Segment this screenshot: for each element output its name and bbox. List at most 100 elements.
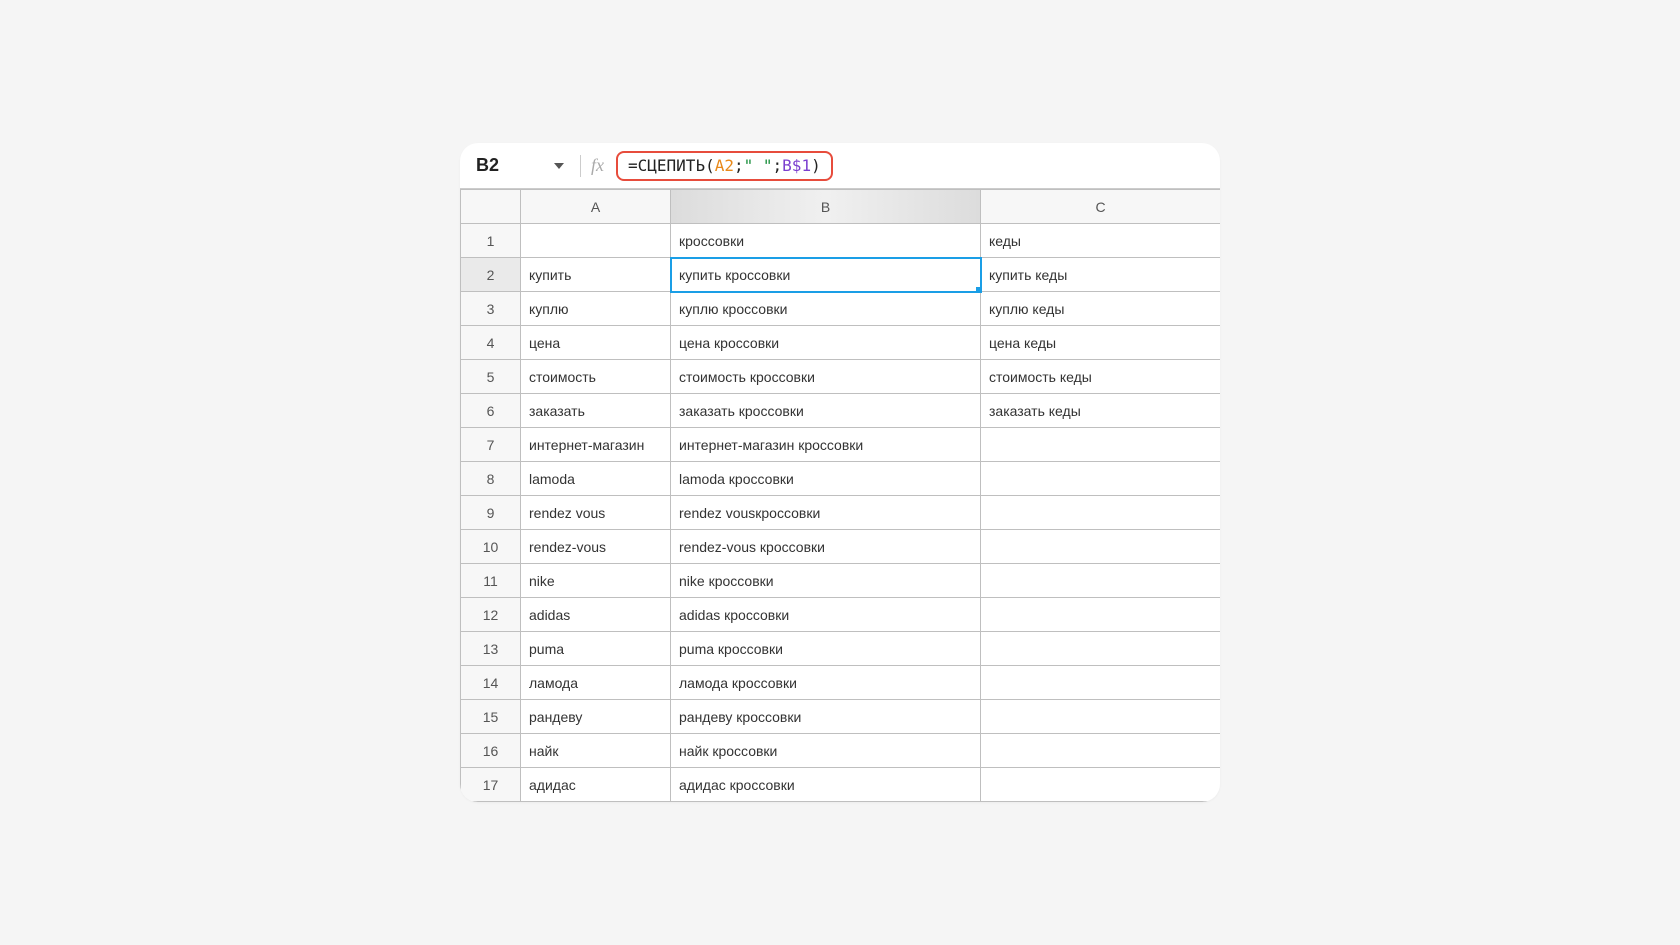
cell-A8[interactable]: lamoda [521, 462, 671, 496]
divider [580, 155, 581, 177]
formula-eq: = [628, 156, 638, 175]
table-row: 14ламодаламода кроссовки [461, 666, 1221, 700]
cell-A1[interactable] [521, 224, 671, 258]
table-row: 7интернет-магазининтернет-магазин кроссо… [461, 428, 1221, 462]
cell-B9[interactable]: rendez vousкроссовки [671, 496, 981, 530]
table-row: 9rendez vousrendez vousкроссовки [461, 496, 1221, 530]
cell-C9[interactable] [981, 496, 1221, 530]
cell-B10[interactable]: rendez-vous кроссовки [671, 530, 981, 564]
cell-C14[interactable] [981, 666, 1221, 700]
table-row: 1 кроссовкикеды [461, 224, 1221, 258]
cell-A12[interactable]: adidas [521, 598, 671, 632]
cell-B17[interactable]: адидас кроссовки [671, 768, 981, 802]
row-header[interactable]: 12 [461, 598, 521, 632]
formula-sep1: ; [734, 156, 744, 175]
cell-C12[interactable] [981, 598, 1221, 632]
table-row: 4ценацена кроссовкицена кеды [461, 326, 1221, 360]
cell-C6[interactable]: заказать кеды [981, 394, 1221, 428]
cell-A13[interactable]: puma [521, 632, 671, 666]
formula-str: " " [744, 156, 773, 175]
cell-A16[interactable]: найк [521, 734, 671, 768]
row-header[interactable]: 8 [461, 462, 521, 496]
cell-C2[interactable]: купить кеды [981, 258, 1221, 292]
cell-C15[interactable] [981, 700, 1221, 734]
row-header[interactable]: 2 [461, 258, 521, 292]
cell-A10[interactable]: rendez-vous [521, 530, 671, 564]
formula-close: ) [811, 156, 821, 175]
row-header[interactable]: 17 [461, 768, 521, 802]
cell-C1[interactable]: кеды [981, 224, 1221, 258]
spreadsheet-grid[interactable]: A B C 1 кроссовкикеды 2купитькупить кроссо… [460, 189, 1220, 802]
cell-B5[interactable]: стоимость кроссовки [671, 360, 981, 394]
row-header[interactable]: 14 [461, 666, 521, 700]
row-header[interactable]: 1 [461, 224, 521, 258]
formula-open: ( [705, 156, 715, 175]
cell-C16[interactable] [981, 734, 1221, 768]
name-box[interactable]: B2 [470, 143, 570, 188]
formula-sep2: ; [773, 156, 783, 175]
cell-B12[interactable]: adidas кроссовки [671, 598, 981, 632]
col-header-C[interactable]: C [981, 190, 1221, 224]
table-row: 17адидасадидас кроссовки [461, 768, 1221, 802]
cell-C4[interactable]: цена кеды [981, 326, 1221, 360]
cell-A7[interactable]: интернет-магазин [521, 428, 671, 462]
cell-A17[interactable]: адидас [521, 768, 671, 802]
table-row: 16найкнайк кроссовки [461, 734, 1221, 768]
cell-B2[interactable]: купить кроссовки [671, 258, 981, 292]
formula-ref-a2: A2 [715, 156, 734, 175]
row-header[interactable]: 3 [461, 292, 521, 326]
formula-input[interactable]: = СЦЕПИТЬ ( A2 ; " " ; B$1 ) [616, 151, 833, 181]
cell-A11[interactable]: nike [521, 564, 671, 598]
cell-B6[interactable]: заказать кроссовки [671, 394, 981, 428]
column-header-row: A B C [461, 190, 1221, 224]
row-header[interactable]: 11 [461, 564, 521, 598]
cell-A15[interactable]: рандеву [521, 700, 671, 734]
cell-C11[interactable] [981, 564, 1221, 598]
cell-A6[interactable]: заказать [521, 394, 671, 428]
row-header[interactable]: 6 [461, 394, 521, 428]
row-header[interactable]: 16 [461, 734, 521, 768]
cell-B7[interactable]: интернет-магазин кроссовки [671, 428, 981, 462]
cell-C5[interactable]: стоимость кеды [981, 360, 1221, 394]
row-header[interactable]: 13 [461, 632, 521, 666]
cell-B11[interactable]: nike кроссовки [671, 564, 981, 598]
table-row: 10rendez-vousrendez-vous кроссовки [461, 530, 1221, 564]
table-row: 12adidasadidas кроссовки [461, 598, 1221, 632]
spreadsheet-window: B2 fx = СЦЕПИТЬ ( A2 ; " " ; B$1 ) A B C… [460, 143, 1220, 802]
cell-C17[interactable] [981, 768, 1221, 802]
name-box-text: B2 [470, 155, 554, 176]
row-header[interactable]: 15 [461, 700, 521, 734]
cell-B8[interactable]: lamoda кроссовки [671, 462, 981, 496]
cell-B14[interactable]: ламода кроссовки [671, 666, 981, 700]
cell-A9[interactable]: rendez vous [521, 496, 671, 530]
cell-C7[interactable] [981, 428, 1221, 462]
chevron-down-icon[interactable] [554, 163, 564, 169]
select-all-corner[interactable] [461, 190, 521, 224]
cell-A3[interactable]: куплю [521, 292, 671, 326]
col-header-B[interactable]: B [671, 190, 981, 224]
row-header[interactable]: 5 [461, 360, 521, 394]
cell-B3[interactable]: куплю кроссовки [671, 292, 981, 326]
cell-B1[interactable]: кроссовки [671, 224, 981, 258]
table-row: 6заказатьзаказать кроссовкизаказать кеды [461, 394, 1221, 428]
cell-C3[interactable]: куплю кеды [981, 292, 1221, 326]
cell-B15[interactable]: рандеву кроссовки [671, 700, 981, 734]
cell-C13[interactable] [981, 632, 1221, 666]
row-header[interactable]: 10 [461, 530, 521, 564]
cell-C8[interactable] [981, 462, 1221, 496]
row-header[interactable]: 4 [461, 326, 521, 360]
fx-label: fx [591, 155, 604, 176]
cell-C10[interactable] [981, 530, 1221, 564]
cell-A2[interactable]: купить [521, 258, 671, 292]
formula-ref-b1: B$1 [782, 156, 811, 175]
col-header-A[interactable]: A [521, 190, 671, 224]
cell-B16[interactable]: найк кроссовки [671, 734, 981, 768]
cell-B4[interactable]: цена кроссовки [671, 326, 981, 360]
cell-A5[interactable]: стоимость [521, 360, 671, 394]
row-header[interactable]: 9 [461, 496, 521, 530]
cell-A4[interactable]: цена [521, 326, 671, 360]
row-header[interactable]: 7 [461, 428, 521, 462]
table-row: 15рандевурандеву кроссовки [461, 700, 1221, 734]
cell-A14[interactable]: ламода [521, 666, 671, 700]
cell-B13[interactable]: puma кроссовки [671, 632, 981, 666]
